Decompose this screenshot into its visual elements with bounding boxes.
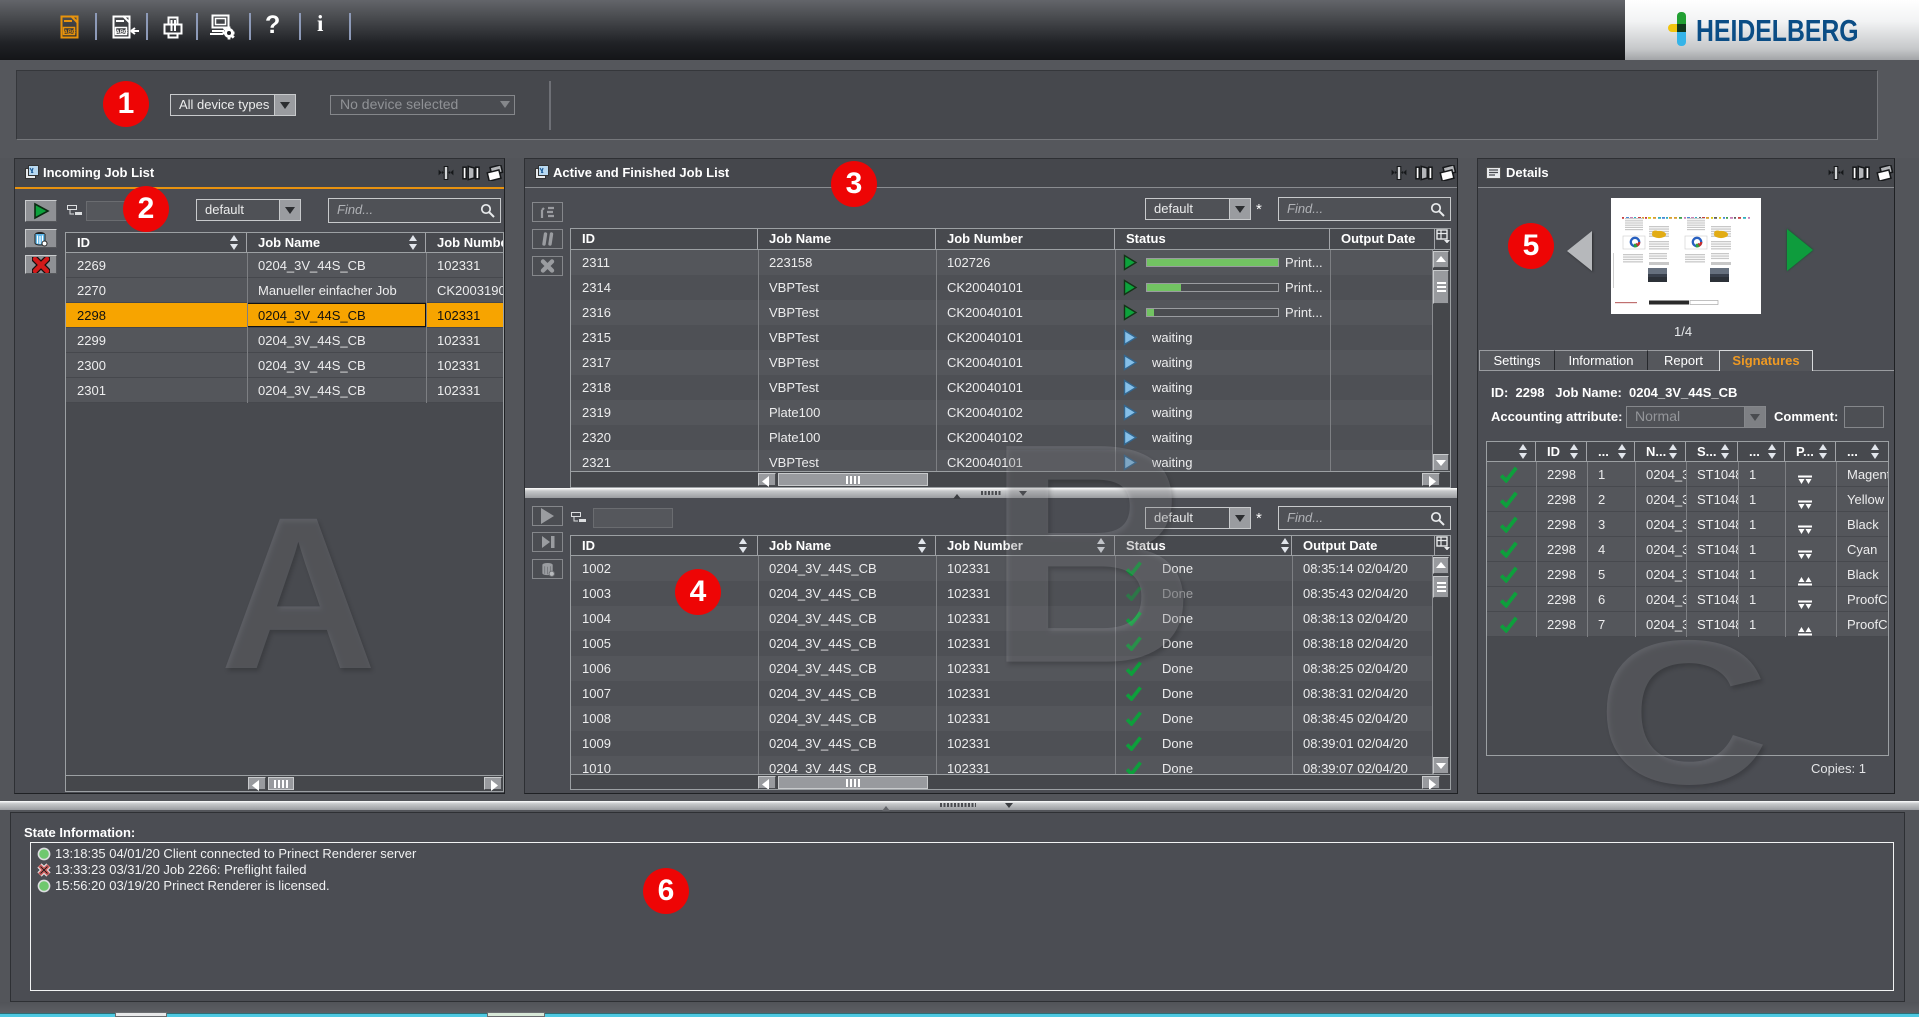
- svg-text:ABC: ABC: [116, 30, 128, 36]
- svg-text:ABC: ABC: [64, 30, 76, 36]
